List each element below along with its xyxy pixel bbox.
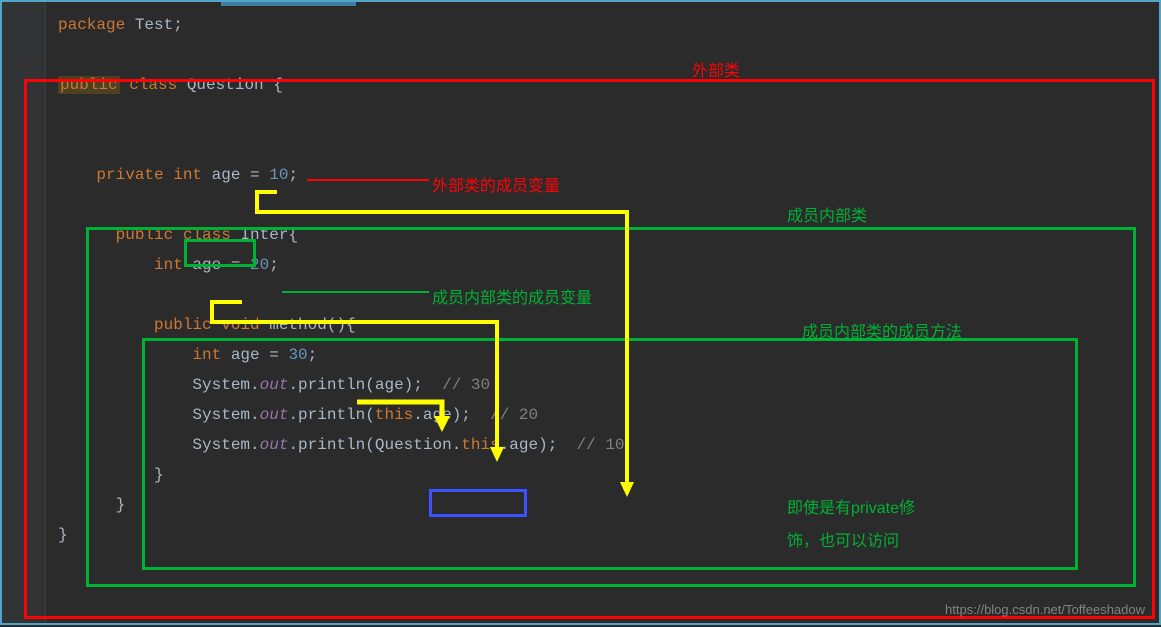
code-line-blank <box>46 190 1159 220</box>
code-line: public class Inter{ <box>46 220 1159 250</box>
code-line: System.out.println(this.age); // 20 <box>46 400 1159 430</box>
code-line: } <box>46 520 1159 550</box>
code-line-blank <box>46 280 1159 310</box>
code-line: public class Question { <box>46 70 1159 100</box>
code-line-blank <box>46 130 1159 160</box>
code-editor[interactable]: package Test; public class Question { pr… <box>46 2 1159 623</box>
code-line: package Test; <box>46 10 1159 40</box>
code-line: } <box>46 460 1159 490</box>
code-line: int age = 30; <box>46 340 1159 370</box>
code-line: } <box>46 490 1159 520</box>
editor-gutter <box>2 2 46 623</box>
code-line: private int age = 10; <box>46 160 1159 190</box>
tab-underline <box>221 2 356 6</box>
code-line: System.out.println(age); // 30 <box>46 370 1159 400</box>
watermark: https://blog.csdn.net/Toffeeshadow <box>945 602 1145 617</box>
code-line: public void method(){ <box>46 310 1159 340</box>
code-line: System.out.println(Question.this.age); /… <box>46 430 1159 460</box>
code-line-blank <box>46 40 1159 70</box>
code-line: int age = 20; <box>46 250 1159 280</box>
code-line-blank <box>46 100 1159 130</box>
